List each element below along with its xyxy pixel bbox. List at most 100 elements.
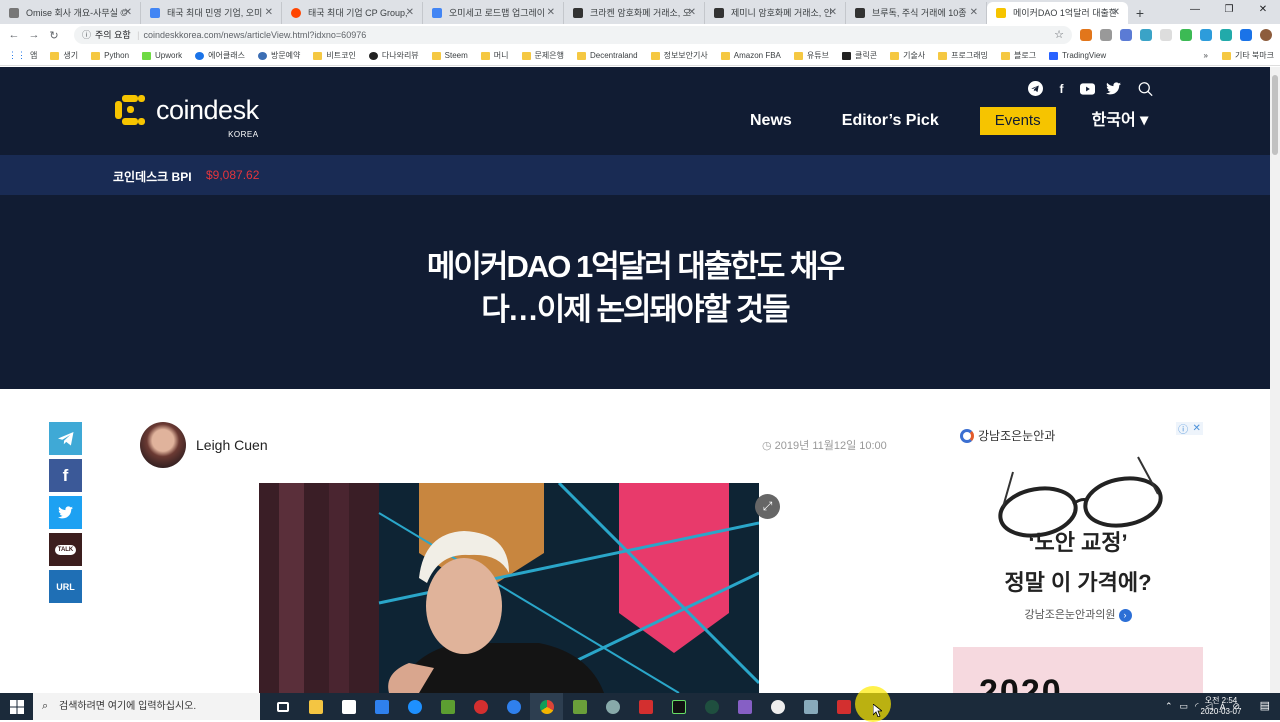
youtube-icon[interactable]	[1080, 81, 1095, 96]
ad-close-icon[interactable]: ✕	[1192, 423, 1200, 434]
bookmarks-more-button[interactable]: »	[1204, 46, 1208, 66]
info-icon[interactable]: ⓘ	[82, 30, 91, 40]
minimize-button[interactable]: —	[1178, 0, 1212, 22]
tab-close-icon[interactable]: ✕	[124, 2, 132, 24]
scrollbar-thumb[interactable]	[1272, 75, 1278, 155]
author-avatar[interactable]	[140, 422, 186, 468]
bookmark-item[interactable]: 프로그래밍	[938, 50, 988, 61]
facebook-icon[interactable]: f	[1054, 81, 1069, 96]
extension-icon[interactable]	[1180, 29, 1192, 41]
ad-choices[interactable]: ⓘ ✕	[1176, 421, 1203, 436]
bookmark-item[interactable]: 에어클래스	[195, 50, 245, 61]
extension-icon[interactable]	[1240, 29, 1252, 41]
extension-icon[interactable]	[1120, 29, 1132, 41]
app-icon[interactable]	[596, 693, 629, 720]
task-view-icon[interactable]	[266, 693, 299, 720]
visual-studio-icon[interactable]	[728, 693, 761, 720]
other-bookmarks-folder[interactable]: 기타 북마크	[1221, 46, 1274, 66]
browser-tab[interactable]: 오미세고 로드맵 업그레이 ✕	[423, 2, 564, 24]
bookmark-item[interactable]: 정보보안기사	[650, 50, 708, 61]
bookmark-item[interactable]: Upwork	[142, 51, 182, 60]
bookmark-item[interactable]: 방문예약	[257, 50, 300, 61]
browser-tab[interactable]: 크라켄 암호화폐 거래소, 오 ✕	[564, 2, 705, 24]
app-icon[interactable]	[695, 693, 728, 720]
forward-icon[interactable]: →	[24, 29, 44, 41]
browser-tab-active[interactable]: 메이커DAO 1억달러 대출한 ✕	[987, 2, 1128, 24]
browser-tab[interactable]: 태국 최대 민영 기업, 오미 ✕	[141, 2, 282, 24]
ad-info-icon[interactable]: ⓘ	[1178, 421, 1188, 436]
bookmark-item[interactable]: 생기	[50, 50, 78, 61]
tab-close-icon[interactable]: ✕	[1112, 2, 1120, 24]
tab-close-icon[interactable]: ✕	[406, 2, 414, 24]
bookmark-item[interactable]: 기술사	[890, 50, 925, 61]
tab-close-icon[interactable]: ✕	[265, 2, 273, 24]
bookmark-item[interactable]: 다나와리뷰	[368, 50, 419, 61]
browser-tab[interactable]: Omise 회사 개요-사무실 © ✕	[0, 2, 141, 24]
bookmark-item[interactable]: 비트코인	[313, 50, 356, 61]
record-icon[interactable]	[464, 693, 497, 720]
app-icon[interactable]	[761, 693, 794, 720]
tab-close-icon[interactable]: ✕	[547, 2, 555, 24]
bookmark-item[interactable]: Steem	[431, 51, 468, 60]
extension-icon[interactable]	[1160, 29, 1172, 41]
extension-icon[interactable]	[1200, 29, 1212, 41]
file-explorer-icon[interactable]	[299, 693, 332, 720]
profile-avatar-icon[interactable]	[1260, 29, 1272, 41]
maximize-button[interactable]: ❐	[1212, 0, 1246, 22]
nav-news[interactable]: News	[740, 107, 802, 135]
tab-close-icon[interactable]: ✕	[688, 2, 696, 24]
new-tab-button[interactable]: +	[1128, 2, 1152, 24]
bookmark-item[interactable]: Amazon FBA	[720, 51, 781, 60]
tab-close-icon[interactable]: ✕	[829, 2, 837, 24]
expand-image-icon[interactable]: ⤢	[755, 494, 780, 519]
share-kakaotalk-button[interactable]: TALK	[49, 533, 82, 566]
notification-icon[interactable]: ▤	[1260, 699, 1270, 712]
app-icon[interactable]	[629, 693, 662, 720]
share-telegram-button[interactable]	[49, 422, 82, 455]
browser-tab[interactable]: 브루독, 주식 거래에 10종 ✕	[846, 2, 987, 24]
store-icon[interactable]	[332, 693, 365, 720]
bookmark-star-icon[interactable]: ☆	[1054, 26, 1064, 44]
battery-icon[interactable]: ▭	[1180, 701, 1189, 712]
extension-icon[interactable]	[1100, 29, 1112, 41]
nav-editors-pick[interactable]: Editor’s Pick	[832, 107, 949, 135]
bookmark-item[interactable]: Python	[91, 51, 129, 60]
bookmark-item[interactable]: 머니	[480, 50, 509, 61]
page-scrollbar[interactable]	[1270, 67, 1280, 693]
nav-events[interactable]: Events	[979, 107, 1056, 135]
bookmark-item[interactable]: 클릭콘	[841, 50, 877, 61]
tray-chevron-icon[interactable]: ⌃	[1165, 701, 1173, 712]
ad-banner[interactable]: 2020	[953, 647, 1203, 693]
extension-icon[interactable]	[1140, 29, 1152, 41]
search-icon[interactable]	[1138, 81, 1153, 96]
taskbar-clock[interactable]: 오전 2:54 2020-03-07	[1196, 695, 1246, 717]
tab-close-icon[interactable]: ✕	[970, 2, 978, 24]
bookmark-item[interactable]: 유튜브	[793, 50, 829, 61]
app-icon[interactable]	[794, 693, 827, 720]
back-icon[interactable]: ←	[4, 29, 24, 41]
app-icon[interactable]	[662, 693, 695, 720]
bookmark-apps[interactable]: ⋮⋮ 앱	[8, 50, 37, 61]
telegram-icon[interactable]	[1028, 81, 1043, 96]
app-icon[interactable]	[431, 693, 464, 720]
coindesk-logo[interactable]: coindesk KOREA	[113, 93, 259, 139]
article-photo[interactable]	[259, 483, 759, 693]
close-window-button[interactable]: ✕	[1246, 0, 1280, 22]
start-button[interactable]	[0, 693, 33, 720]
app-icon[interactable]	[497, 693, 530, 720]
browser-tab[interactable]: 태국 최대 기업 CP Group, ✕	[282, 2, 423, 24]
taskbar-search[interactable]: ⌕ 검색하려면 여기에 입력하십시오.	[33, 693, 260, 720]
chrome-icon[interactable]	[530, 693, 563, 720]
language-dropdown[interactable]: 한국어 ▾	[1082, 107, 1159, 135]
bookmark-item[interactable]: 블로그	[1000, 50, 1036, 61]
edge-icon[interactable]	[398, 693, 431, 720]
share-facebook-button[interactable]: f	[49, 459, 82, 492]
twitter-icon[interactable]	[1106, 81, 1121, 96]
extension-icon[interactable]	[1220, 29, 1232, 41]
author-name[interactable]: Leigh Cuen	[196, 437, 268, 453]
bookmark-item[interactable]: TradingView	[1049, 51, 1106, 60]
reload-icon[interactable]: ↻	[44, 29, 64, 42]
share-twitter-button[interactable]	[49, 496, 82, 529]
app-icon[interactable]	[563, 693, 596, 720]
bookmark-item[interactable]: Decentraland	[576, 51, 638, 60]
